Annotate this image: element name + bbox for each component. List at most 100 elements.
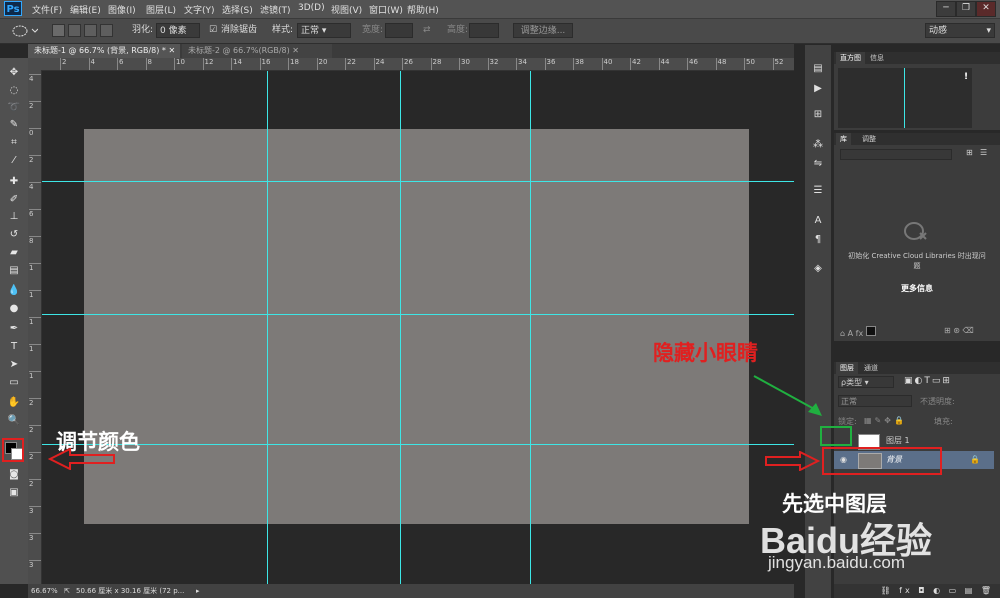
menu-layer[interactable]: 图层(L) <box>146 3 176 16</box>
document-size: 50.66 厘米 x 30.16 厘米 (72 p... <box>76 587 185 595</box>
subtract-selection-icon[interactable] <box>84 24 97 37</box>
new-selection-icon[interactable] <box>52 24 65 37</box>
menu-edit[interactable]: 编辑(E) <box>70 3 101 16</box>
blend-mode-select[interactable]: 正常 <box>838 395 912 407</box>
guide-vertical[interactable] <box>267 71 268 584</box>
ruler-tick-label: 44 <box>658 58 669 70</box>
close-icon[interactable]: ✕ <box>168 46 175 55</box>
guide-horizontal[interactable] <box>42 181 794 182</box>
crop-tool-icon[interactable]: ⌗ <box>6 136 22 149</box>
tab-document-1[interactable]: 未标题-1 @ 66.7% (背景, RGB/8) * ✕ <box>28 44 180 58</box>
brush-tool-icon[interactable]: ✐ <box>6 193 22 206</box>
close-icon[interactable]: ✕ <box>292 46 299 55</box>
fx-icon[interactable]: fx <box>856 329 864 338</box>
status-menu-arrow[interactable]: ▸ <box>196 584 200 598</box>
feather-input[interactable]: 0 像素 <box>156 23 200 38</box>
type-tool-icon[interactable]: T <box>6 340 22 353</box>
export-icon[interactable]: ⇱ <box>64 584 70 598</box>
guide-vertical[interactable] <box>400 71 401 584</box>
add-selection-icon[interactable] <box>68 24 81 37</box>
history-brush-icon[interactable]: ↺ <box>6 228 22 241</box>
antialias-checkbox[interactable]: ☑ <box>209 23 217 38</box>
guide-horizontal[interactable] <box>42 444 794 445</box>
layer-style-icon[interactable]: ⌂ <box>840 329 845 338</box>
menu-filter[interactable]: 滤镜(T) <box>260 3 291 16</box>
blur-tool-icon[interactable]: 💧 <box>6 284 22 297</box>
eyedropper-icon[interactable]: ⁄ <box>6 154 22 167</box>
character-style-icon[interactable]: A <box>848 329 853 338</box>
path-select-icon[interactable]: ➤ <box>6 358 22 371</box>
move-tool-icon[interactable]: ✥ <box>6 66 22 79</box>
grid-view-icon[interactable]: ⊞ <box>966 148 973 157</box>
workspace-select[interactable]: 动感 ▾ <box>925 23 995 38</box>
menu-help[interactable]: 帮助(H) <box>407 3 439 16</box>
layers-footer[interactable]: ⛓ fx ◘ ◐ ▭ ▤ 🗑 <box>834 584 1000 598</box>
layer-filter-select[interactable]: ρ类型 ▾ <box>838 376 894 388</box>
document-canvas[interactable] <box>84 129 749 524</box>
gradient-tool-icon[interactable]: ▤ <box>6 264 22 277</box>
intersect-selection-icon[interactable] <box>100 24 113 37</box>
hand-tool-icon[interactable]: ✋ <box>6 396 22 409</box>
lasso-tool-icon[interactable]: ➰ <box>6 101 22 114</box>
style-select[interactable]: 正常 ▾ <box>297 23 351 38</box>
library-panel: 库 调整 ⊞ ☰ 初始化 Creative Cloud Libraries 时出… <box>834 133 1000 341</box>
menu-3d[interactable]: 3D(D) <box>298 3 325 13</box>
menu-image[interactable]: 图像(I) <box>108 3 136 16</box>
menu-view[interactable]: 视图(V) <box>331 3 362 16</box>
color-icon[interactable] <box>865 326 876 336</box>
canvas-area[interactable] <box>42 71 794 584</box>
zoom-tool-icon[interactable]: 🔍 <box>6 414 22 427</box>
tool-preset-picker[interactable] <box>8 23 39 38</box>
menu-window[interactable]: 窗口(W) <box>369 3 403 16</box>
align-icon[interactable]: ☰ <box>811 185 825 197</box>
tab-info[interactable]: 信息 <box>866 52 888 64</box>
eraser-icon[interactable]: ▰ <box>6 246 22 259</box>
width-input[interactable] <box>385 23 413 38</box>
filter-icons[interactable]: ▣◐T▭⊞ <box>904 376 952 386</box>
actions-play-icon[interactable]: ▶ <box>811 83 825 95</box>
menu-type[interactable]: 文字(Y) <box>184 3 215 16</box>
more-info-link[interactable]: 更多信息 <box>846 283 988 294</box>
tab-adjustments[interactable]: 调整 <box>858 133 880 145</box>
clone-stamp-icon[interactable]: ⊥ <box>6 210 22 223</box>
guide-vertical[interactable] <box>530 71 531 584</box>
green-arrow <box>753 375 822 416</box>
lock-icons[interactable]: ▦✎✥🔒 <box>864 416 907 425</box>
minimize-button[interactable]: ─ <box>936 1 956 17</box>
tab-channels[interactable]: 通道 <box>860 362 882 374</box>
history-icon[interactable]: ▤ <box>811 63 825 75</box>
properties-icon[interactable]: ⊞ <box>811 109 825 121</box>
character-icon[interactable]: A <box>811 215 825 227</box>
close-button[interactable]: ✕ <box>976 1 996 17</box>
zoom-level[interactable]: 66.67% <box>31 584 58 598</box>
rectangle-tool-icon[interactable]: ▭ <box>6 376 22 389</box>
restore-button[interactable]: ❐ <box>956 1 976 17</box>
elliptical-marquee-icon[interactable]: ◌ <box>6 84 22 97</box>
pen-tool-icon[interactable]: ✒ <box>6 322 22 335</box>
tab-document-2[interactable]: 未标题-2 @ 66.7%(RGB/8) ✕ <box>182 44 332 58</box>
screen-mode-icon[interactable]: ▣ <box>6 486 22 499</box>
healing-brush-icon[interactable]: ✚ <box>6 175 22 188</box>
brush-presets-icon[interactable]: ⁂ <box>811 139 825 151</box>
tab-layers[interactable]: 图层 <box>836 362 858 374</box>
height-label: 高度: <box>447 25 469 35</box>
adjust-sliders-icon[interactable]: ⇋ <box>811 158 825 170</box>
guide-horizontal[interactable] <box>42 314 794 315</box>
menu-select[interactable]: 选择(S) <box>222 3 253 16</box>
tools-panel: ✥ ◌ ➰ ✎ ⌗ ⁄ ✚ ✐ ⊥ ↺ ▰ ▤ 💧 ● ✒ T ➤ ▭ ✋ 🔍 … <box>0 58 29 584</box>
quick-select-icon[interactable]: ✎ <box>6 118 22 131</box>
list-view-icon[interactable]: ☰ <box>980 148 987 157</box>
library-select[interactable] <box>840 149 952 160</box>
3d-cube-icon[interactable]: ◈ <box>811 263 825 275</box>
cc-icons[interactable]: ⊞ ⊛ ⌫ <box>944 326 974 335</box>
paragraph-icon[interactable]: ¶ <box>811 234 825 246</box>
menu-file[interactable]: 文件(F) <box>32 3 62 16</box>
tab-library[interactable]: 库 <box>836 133 851 145</box>
swap-icon[interactable]: ⇄ <box>423 23 431 38</box>
refine-edge-button[interactable]: 调整边缘... <box>513 23 573 38</box>
dodge-tool-icon[interactable]: ● <box>6 302 22 315</box>
tab-histogram[interactable]: 直方图 <box>836 52 865 64</box>
quick-mask-icon[interactable]: ◙ <box>6 468 22 481</box>
warning-icon[interactable]: ! <box>964 72 968 82</box>
height-input[interactable] <box>469 23 499 38</box>
